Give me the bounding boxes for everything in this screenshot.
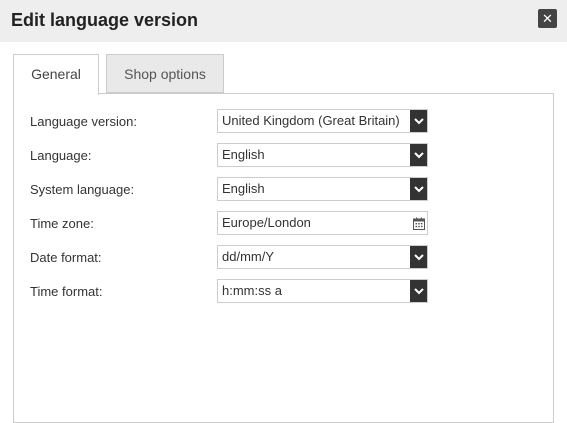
close-button[interactable]: ✕ (538, 9, 557, 28)
language-version-value: United Kingdom (Great Britain) (222, 113, 400, 128)
language-label: Language: (30, 148, 92, 163)
tab-general[interactable]: General (13, 54, 99, 95)
language-version-label: Language version: (30, 114, 137, 129)
tab-shop-options[interactable]: Shop options (106, 54, 224, 93)
language-select[interactable]: English (217, 143, 428, 167)
time-format-value: h:mm:ss a (222, 283, 282, 298)
dialog-title: Edit language version (11, 10, 199, 30)
language-version-select[interactable]: United Kingdom (Great Britain) (217, 109, 428, 133)
time-format-label: Time format: (30, 284, 103, 299)
time-zone-label: Time zone: (30, 216, 94, 231)
date-format-select[interactable]: dd/mm/Y (217, 245, 428, 269)
close-icon: ✕ (542, 10, 553, 26)
chevron-down-icon[interactable] (410, 178, 427, 200)
system-language-label: System language: (30, 182, 135, 197)
date-format-value: dd/mm/Y (222, 249, 275, 264)
date-format-label: Date format: (30, 250, 102, 265)
time-format-select[interactable]: h:mm:ss a (217, 279, 428, 303)
chevron-down-icon[interactable] (410, 280, 427, 302)
time-zone-input[interactable]: Europe/London (217, 211, 428, 235)
system-language-select[interactable]: English (217, 177, 428, 201)
time-zone-value: Europe/London (222, 215, 311, 230)
language-value: English (222, 147, 265, 162)
system-language-value: English (222, 181, 265, 196)
chevron-down-icon[interactable] (410, 144, 427, 166)
dialog-header: Edit language version ✕ (0, 0, 567, 42)
chevron-down-icon[interactable] (410, 110, 427, 132)
calendar-icon[interactable] (412, 215, 426, 231)
chevron-down-icon[interactable] (410, 246, 427, 268)
